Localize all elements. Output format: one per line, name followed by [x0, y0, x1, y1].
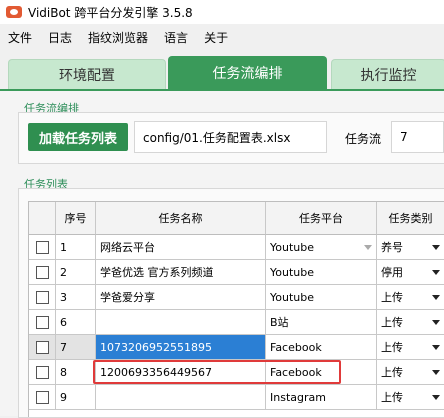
task-table: 序号 任务名称 任务平台 任务类别 1 网络云平台 Youtube 养号 2 学… — [28, 201, 444, 417]
row-checkbox[interactable] — [29, 335, 56, 360]
row-platform-select[interactable]: Youtube — [266, 285, 377, 310]
row-task-name[interactable]: 网络云平台 — [96, 235, 266, 260]
menu-log[interactable]: 日志 — [40, 29, 80, 46]
row-platform-value: B站 — [270, 316, 289, 329]
row-category-value: 上传 — [381, 316, 403, 329]
row-checkbox[interactable] — [29, 360, 56, 385]
row-checkbox[interactable] — [29, 260, 56, 285]
row-category-select[interactable]: 养号 — [377, 235, 444, 260]
checkbox-icon — [35, 315, 49, 329]
row-platform-value: Facebook — [270, 340, 322, 354]
flow-label: 任务流 — [345, 132, 382, 146]
chevron-down-icon — [432, 394, 440, 400]
flow-number-field[interactable]: 7 — [391, 121, 444, 153]
row-platform-value: Instagram — [270, 390, 326, 404]
row-no: 1 — [56, 235, 96, 260]
row-no: 7 — [56, 335, 96, 360]
row-task-name[interactable]: 学爸优选 官方系列频道 — [96, 260, 266, 285]
title-bar: VidiBot 跨平台分发引擎 3.5.8 — [0, 0, 444, 24]
tab-bar: 环境配置 任务流编排 执行监控 — [0, 56, 444, 90]
chevron-down-icon — [364, 244, 372, 250]
checkbox-icon — [35, 240, 49, 254]
row-category-value: 上传 — [381, 391, 403, 404]
header-no[interactable]: 序号 — [56, 202, 96, 235]
row-no: 8 — [56, 360, 96, 385]
checkbox-icon — [35, 390, 49, 404]
row-platform-select[interactable]: Facebook — [266, 335, 377, 360]
row-platform-select[interactable]: Instagram — [266, 385, 377, 410]
row-no: 9 — [56, 385, 96, 410]
chevron-down-icon — [432, 269, 440, 275]
row-category-value: 停用 — [381, 266, 403, 279]
checkbox-icon — [35, 290, 49, 304]
row-platform-value: Youtube — [270, 290, 314, 304]
menu-file[interactable]: 文件 — [0, 29, 40, 46]
row-category-value: 上传 — [381, 341, 403, 354]
row-category-select[interactable]: 上传 — [377, 360, 444, 385]
app-logo-icon — [6, 6, 22, 18]
tab-taskflow-orchestration[interactable]: 任务流编排 — [168, 56, 327, 89]
chevron-down-icon — [432, 244, 440, 250]
row-no: 6 — [56, 310, 96, 335]
tab-execution-monitor[interactable]: 执行监控 — [331, 59, 444, 90]
header-task-name[interactable]: 任务名称 — [96, 202, 266, 235]
row-task-name[interactable] — [96, 385, 266, 410]
row-platform-value: Youtube — [270, 240, 314, 254]
row-category-value: 上传 — [381, 366, 403, 379]
row-checkbox[interactable] — [29, 310, 56, 335]
row-platform-select[interactable]: B站 — [266, 310, 377, 335]
checkbox-icon — [35, 365, 49, 379]
highlight-box — [93, 360, 341, 384]
checkbox-icon — [35, 265, 49, 279]
row-checkbox[interactable] — [29, 285, 56, 310]
row-task-name[interactable]: 学爸爱分享 — [96, 285, 266, 310]
header-platform[interactable]: 任务平台 — [266, 202, 377, 235]
row-category-select[interactable]: 上传 — [377, 335, 444, 360]
row-category-select[interactable]: 上传 — [377, 285, 444, 310]
row-task-name[interactable] — [96, 310, 266, 335]
row-no: 3 — [56, 285, 96, 310]
chevron-down-icon — [432, 369, 440, 375]
menu-language[interactable]: 语言 — [156, 29, 196, 46]
row-category-value: 养号 — [381, 241, 403, 254]
load-task-list-button[interactable]: 加载任务列表 — [28, 123, 128, 151]
row-platform-value: Youtube — [270, 265, 314, 279]
menu-bar: 文件 日志 指纹浏览器 语言 关于 — [0, 26, 444, 48]
chevron-down-icon — [432, 344, 440, 350]
menu-fingerprint-browser[interactable]: 指纹浏览器 — [80, 29, 156, 46]
row-checkbox[interactable] — [29, 385, 56, 410]
row-category-select[interactable]: 上传 — [377, 310, 444, 335]
row-task-name[interactable]: 1073206952551895 — [96, 335, 266, 360]
row-category-select[interactable]: 停用 — [377, 260, 444, 285]
window-title: VidiBot 跨平台分发引擎 3.5.8 — [28, 5, 193, 20]
header-select — [29, 202, 56, 235]
header-category[interactable]: 任务类别 — [377, 202, 444, 235]
row-checkbox[interactable] — [29, 235, 56, 260]
row-platform-select[interactable]: Youtube — [266, 235, 377, 260]
row-platform-select[interactable]: Youtube — [266, 260, 377, 285]
row-no: 2 — [56, 260, 96, 285]
row-category-select[interactable]: 上传 — [377, 385, 444, 410]
menu-about[interactable]: 关于 — [196, 29, 236, 46]
checkbox-icon — [35, 340, 49, 354]
config-path-field[interactable]: config/01.任务配置表.xlsx — [134, 121, 327, 153]
tab-environment-config[interactable]: 环境配置 — [8, 59, 166, 90]
chevron-down-icon — [432, 319, 440, 325]
chevron-down-icon — [432, 294, 440, 300]
row-category-value: 上传 — [381, 291, 403, 304]
